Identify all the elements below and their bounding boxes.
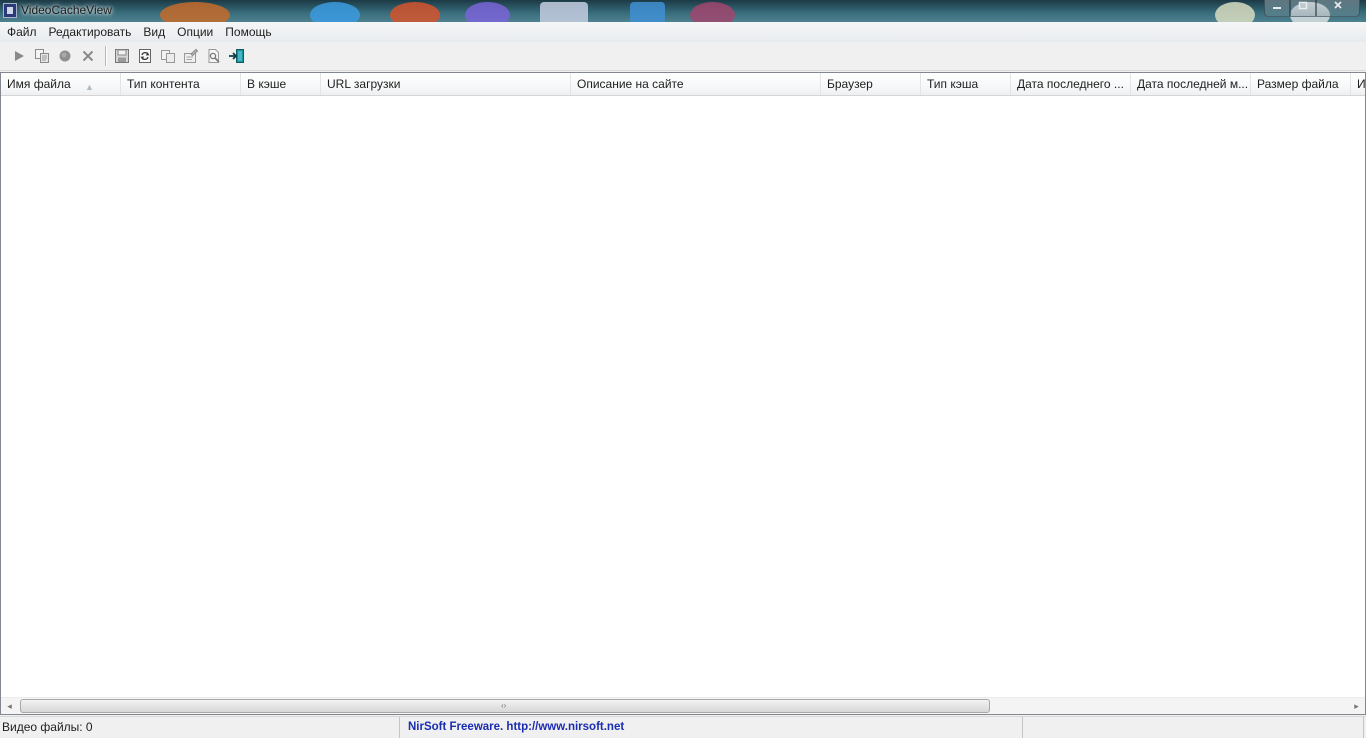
background-blob	[690, 2, 735, 22]
column-header-last-modified[interactable]: Дата последней м...	[1131, 73, 1251, 95]
minimize-icon[interactable]	[1264, 0, 1290, 17]
file-list[interactable]: Имя файла ▲ Тип контента В кэше URL загр…	[0, 72, 1366, 715]
background-blob	[465, 2, 510, 22]
scroll-right-icon[interactable]: ▸	[1348, 698, 1365, 714]
column-header-download-url[interactable]: URL загрузки	[321, 73, 571, 95]
menu-bar: Файл Редактировать Вид Опции Помощь	[0, 22, 1366, 42]
properties-icon[interactable]	[180, 45, 202, 67]
menu-edit[interactable]: Редактировать	[43, 23, 138, 41]
menu-file[interactable]: Файл	[1, 23, 43, 41]
background-blob	[160, 2, 230, 22]
menu-options[interactable]: Опции	[171, 23, 219, 41]
window-title: VideoCacheView	[21, 3, 112, 17]
menu-view[interactable]: Вид	[137, 23, 171, 41]
grip-icon: ‹›	[501, 701, 507, 710]
background-blob	[390, 2, 440, 22]
sort-ascending-icon: ▲	[85, 82, 94, 92]
horizontal-scrollbar[interactable]: ◂ ‹› ▸	[1, 697, 1365, 714]
background-blob	[310, 2, 360, 22]
close-icon[interactable]	[1316, 0, 1360, 17]
scroll-left-icon[interactable]: ◂	[1, 698, 18, 714]
status-empty-panel	[1023, 717, 1364, 738]
column-header-site-description[interactable]: Описание на сайте	[571, 73, 821, 95]
status-bar: Видео файлы: 0 NirSoft Freeware. http://…	[0, 716, 1366, 738]
window-controls	[1264, 0, 1360, 20]
background-blob	[1215, 2, 1255, 22]
column-header-cache-type[interactable]: Тип кэша	[921, 73, 1011, 95]
column-header-extra[interactable]: И	[1351, 73, 1365, 95]
app-window: VideoCacheView Файл Редактировать Вид Оп…	[0, 0, 1366, 738]
scroll-thumb[interactable]: ‹›	[20, 699, 990, 713]
column-header-file-size[interactable]: Размер файла	[1251, 73, 1351, 95]
status-video-count: Видео файлы: 0	[2, 717, 400, 738]
menu-help[interactable]: Помощь	[219, 23, 277, 41]
delete-icon[interactable]	[77, 45, 99, 67]
title-bar[interactable]: VideoCacheView	[0, 0, 1366, 22]
toolbar-separator	[105, 46, 106, 66]
list-header: Имя файла ▲ Тип контента В кэше URL загр…	[1, 73, 1365, 96]
column-header-browser[interactable]: Браузер	[821, 73, 921, 95]
toolbar	[0, 42, 1366, 71]
copy-files-icon[interactable]	[31, 45, 53, 67]
refresh-icon[interactable]	[134, 45, 156, 67]
status-nirsoft-link[interactable]: NirSoft Freeware. http://www.nirsoft.net	[400, 717, 1023, 738]
maximize-icon[interactable]	[1290, 0, 1316, 17]
play-icon[interactable]	[8, 45, 30, 67]
column-header-in-cache[interactable]: В кэше	[241, 73, 321, 95]
column-header-content-type[interactable]: Тип контента	[121, 73, 241, 95]
background-blob	[540, 2, 588, 22]
find-icon[interactable]	[203, 45, 225, 67]
app-icon[interactable]	[3, 3, 17, 18]
column-label: Имя файла	[7, 77, 71, 91]
background-blob	[630, 2, 665, 22]
save-icon[interactable]	[111, 45, 133, 67]
exit-icon[interactable]	[226, 45, 248, 67]
copy-icon[interactable]	[157, 45, 179, 67]
column-header-filename[interactable]: Имя файла ▲	[1, 73, 121, 95]
column-header-last-accessed[interactable]: Дата последнего ...	[1011, 73, 1131, 95]
stop-icon[interactable]	[54, 45, 76, 67]
